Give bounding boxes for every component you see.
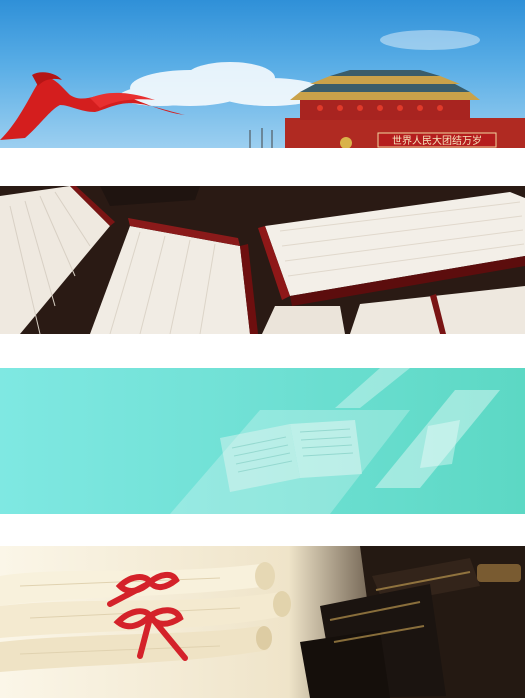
- tiananmen-scene: 世界人民大团结万岁: [0, 30, 525, 148]
- books-banner: [0, 186, 525, 334]
- sign-text: 世界人民大团结万岁: [392, 134, 482, 147]
- leather-books-icon: [300, 546, 525, 698]
- diploma-banner: [0, 546, 525, 698]
- book-center: [90, 218, 258, 334]
- teal-book-banner: [0, 368, 525, 514]
- tiananmen-banner: 世界人民大团结万岁: [0, 0, 525, 148]
- book-left: [0, 186, 115, 334]
- books-scene: [0, 186, 525, 334]
- flag-poles: [249, 128, 273, 148]
- diploma-scene: [0, 546, 525, 698]
- teal-scene: [170, 368, 500, 514]
